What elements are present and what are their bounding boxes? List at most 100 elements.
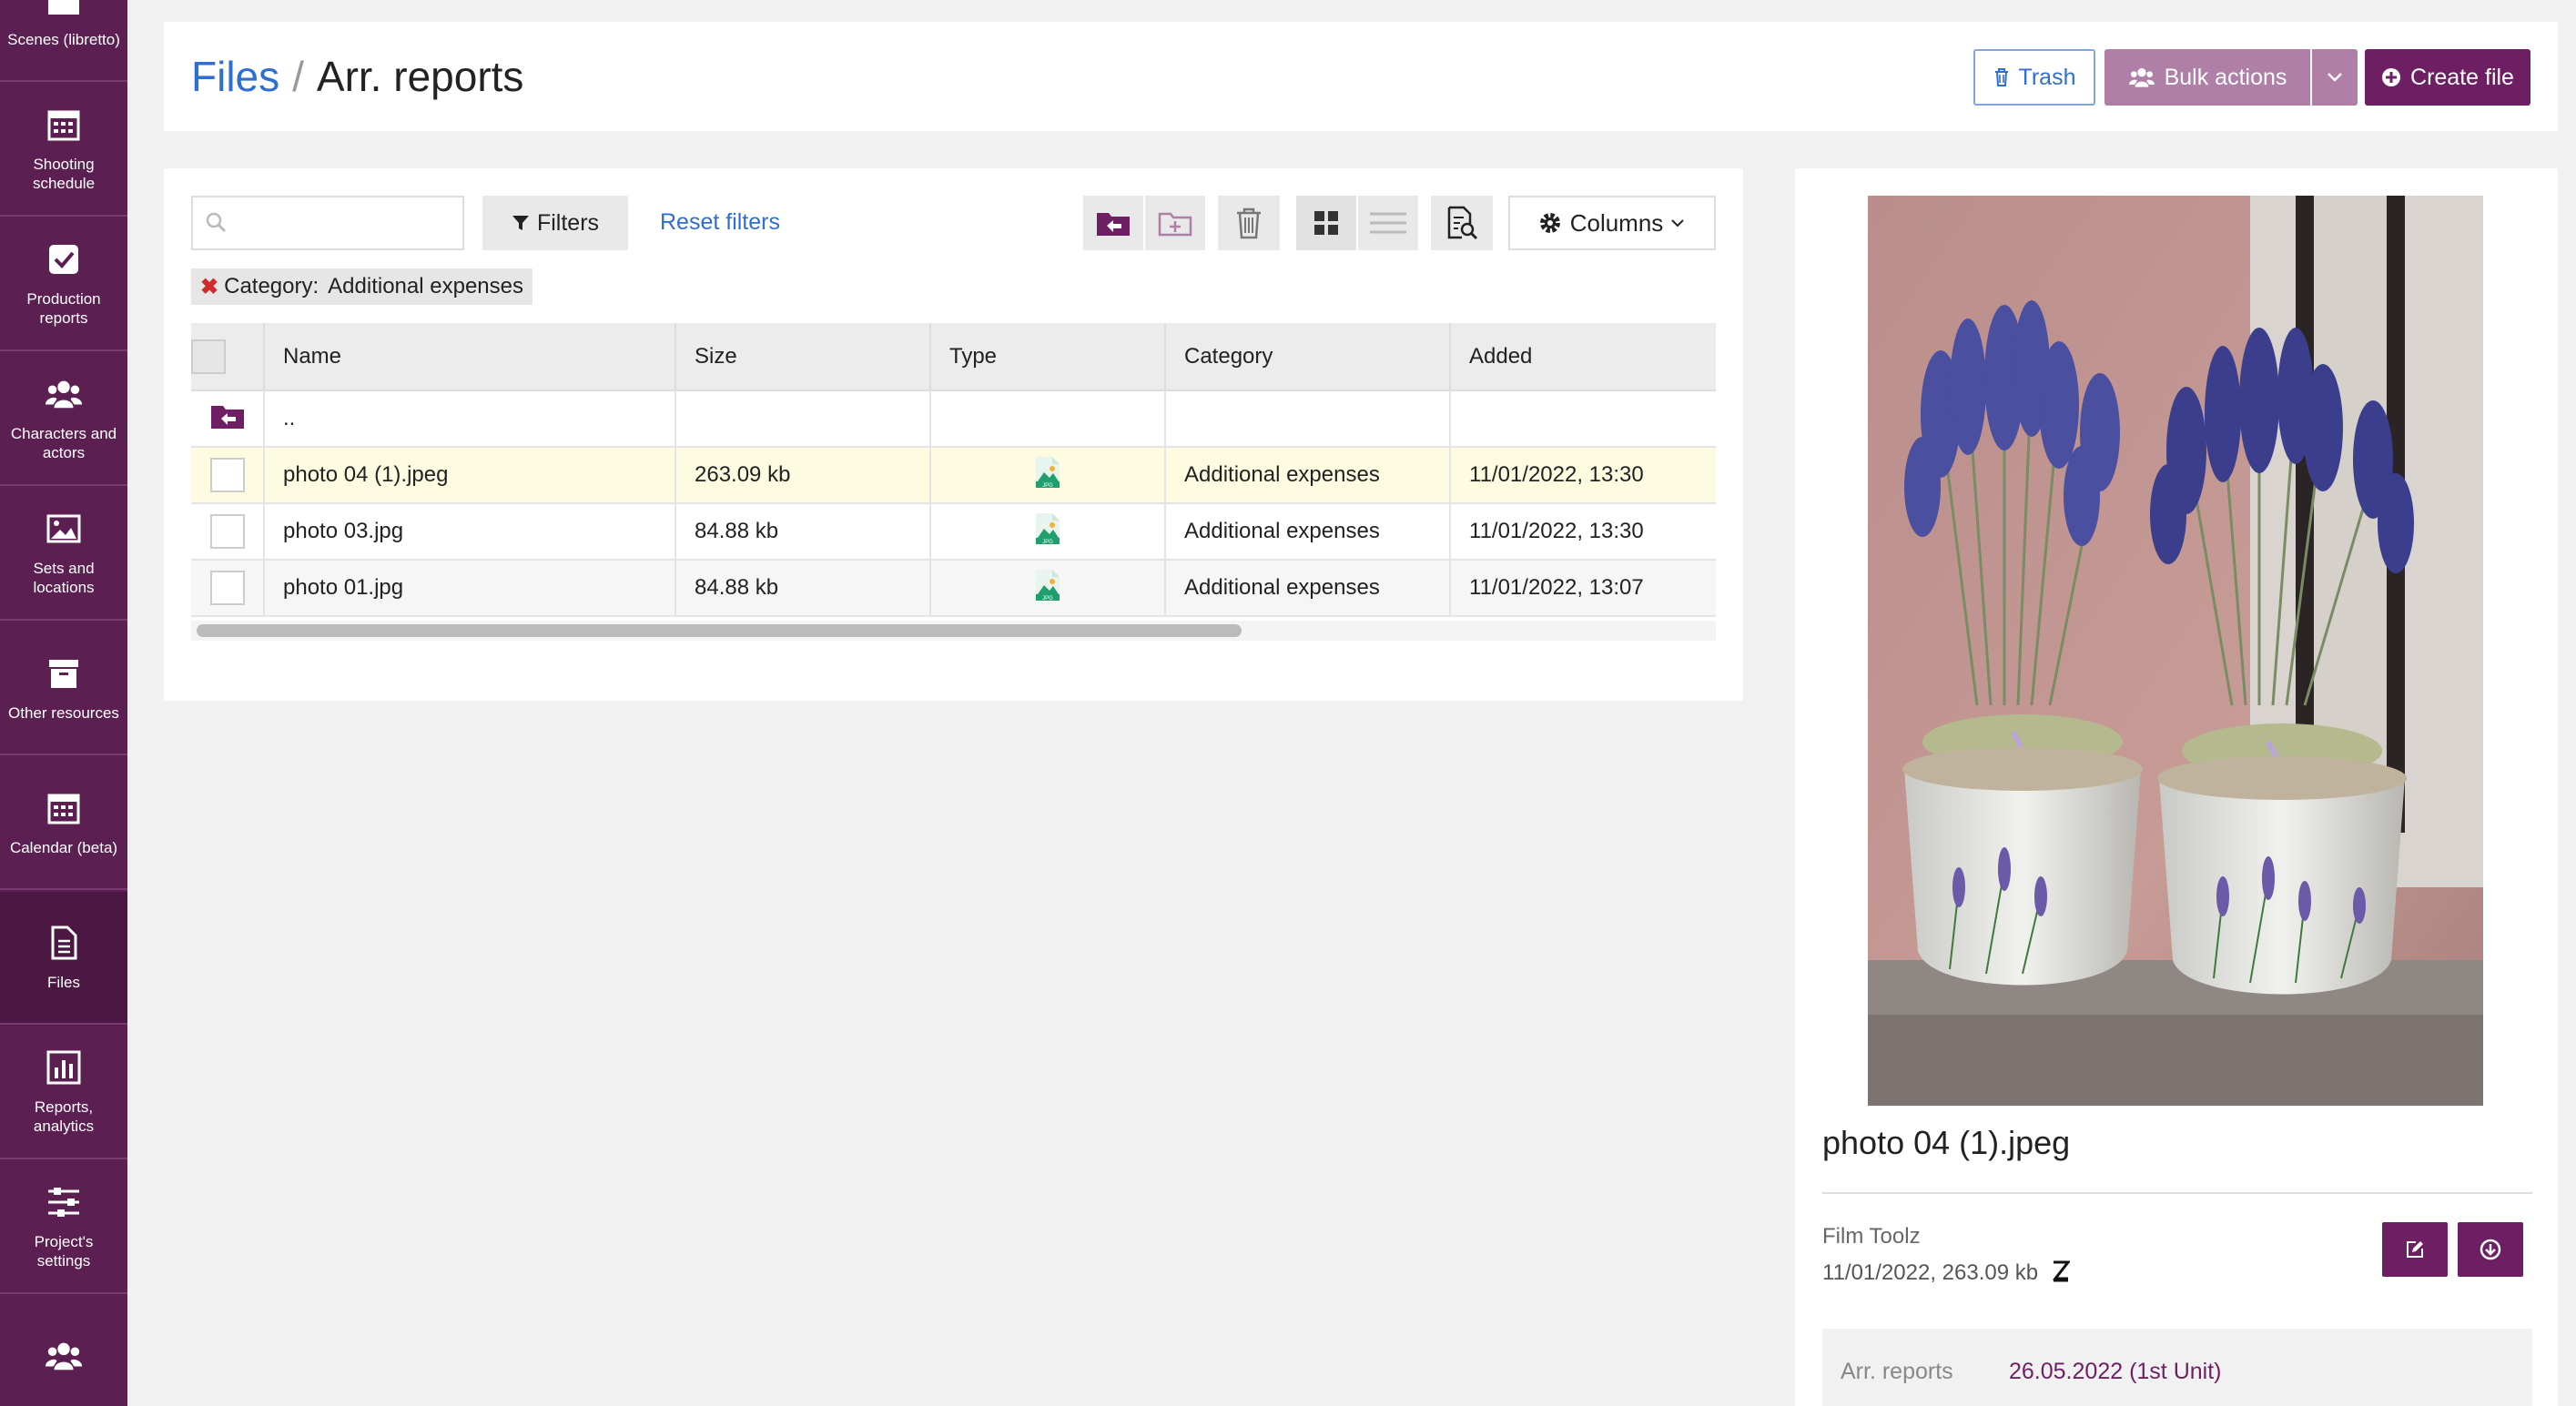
grid-view-button[interactable] (1296, 196, 1356, 250)
sidebar-item-label: Calendar (beta) (9, 838, 118, 856)
column-header-category[interactable]: Category (1165, 323, 1451, 391)
sidebar-item-team[interactable] (0, 1296, 127, 1406)
filters-label: Filters (536, 209, 600, 236)
sidebar-item-label: Scenes (libretto) (7, 30, 120, 48)
folder-back-icon (210, 405, 244, 429)
create-file-button[interactable]: Create file (2365, 49, 2530, 106)
filter-chip-key: Category: (224, 274, 319, 298)
trash-icon (1237, 207, 1261, 239)
filters-button[interactable]: Filters (482, 196, 628, 250)
sidebar-item-label: Sets and locations (33, 560, 95, 596)
file-icon (45, 924, 83, 962)
sidebar-item-other-resources[interactable]: Other resources (0, 622, 127, 755)
select-all-checkbox[interactable] (191, 339, 226, 374)
download-icon (2480, 1239, 2501, 1260)
column-header-name[interactable]: Name (264, 323, 676, 391)
bulk-actions-label: Bulk actions (2164, 64, 2287, 90)
column-header-type[interactable]: Type (930, 323, 1166, 391)
preview-meta: 11/01/2022, 263.09 kb (1822, 1260, 2071, 1286)
breadcrumb-files-link[interactable]: Files (191, 53, 279, 100)
chevron-down-icon (1671, 219, 1685, 228)
delete-button[interactable] (1218, 196, 1280, 250)
file-name[interactable]: photo 04 (1).jpeg (264, 447, 676, 504)
scrollbar-thumb[interactable] (197, 624, 1242, 637)
preview-file-name: photo 04 (1).jpeg (1822, 1124, 2071, 1161)
select-all-cell (191, 323, 265, 391)
users-icon (2128, 68, 2155, 87)
horizontal-scrollbar[interactable] (191, 621, 1716, 641)
checkbox-icon (45, 240, 83, 278)
sidebar-item-label: Files (47, 973, 80, 991)
sidebar-item-shooting-schedule[interactable]: Shooting schedule (0, 84, 127, 217)
svg-text:JPG: JPG (1042, 596, 1053, 602)
reset-filters-link[interactable]: Reset filters (660, 209, 780, 236)
table-row[interactable]: photo 03.jpg 84.88 kb JPG Additional exp… (191, 503, 1716, 561)
sidebar-item-scenes[interactable]: Scenes (libretto) (0, 0, 127, 82)
sidebar-item-sets-and-locations[interactable]: Sets and locations (0, 488, 127, 621)
sidebar-item-label: Reports, analytics (33, 1098, 95, 1135)
zoom-logo-icon (2052, 1260, 2071, 1282)
bulk-actions-dropdown-toggle[interactable] (2312, 49, 2358, 106)
trash-button[interactable]: Trash (1973, 49, 2095, 106)
remove-filter-icon[interactable]: ✖ (200, 274, 218, 300)
sidebar-item-reports-analytics[interactable]: Reports, analytics (0, 1027, 127, 1159)
grid-icon (1314, 211, 1338, 235)
preview-folder-label: Arr. reports (1841, 1359, 1953, 1384)
preview-toggle-button[interactable] (1431, 196, 1493, 250)
create-file-label: Create file (2410, 64, 2514, 90)
bar-chart-icon (45, 1048, 83, 1087)
table-header-row: Name Size Type Category Added (191, 323, 1716, 391)
file-size: 84.88 kb (675, 560, 931, 617)
parent-folder-icon-cell (191, 390, 265, 448)
filter-chip-category: ✖ Category: Additional expenses (191, 268, 532, 305)
sidebar-item-characters-and-actors[interactable]: Characters and actors (0, 353, 127, 486)
preview-folder-section: Arr. reports 26.05.2022 (1st Unit) (1822, 1329, 2532, 1406)
users-icon (45, 1337, 83, 1375)
file-category: Additional expenses (1165, 447, 1451, 504)
filter-icon (512, 216, 529, 230)
columns-label: Columns (1569, 208, 1664, 237)
page-title: Arr. reports (316, 53, 524, 100)
search-box (191, 196, 464, 250)
sidebar-item-label: Production reports (26, 290, 101, 327)
file-preview-panel: photo 04 (1).jpeg Film Toolz 11/01/2022,… (1795, 168, 2558, 1406)
search-input[interactable] (238, 205, 457, 241)
file-added: 11/01/2022, 13:30 (1450, 447, 1716, 504)
plus-circle-icon (2382, 68, 2401, 86)
columns-button[interactable]: Columns (1508, 196, 1716, 250)
parent-folder-button[interactable] (1083, 196, 1143, 250)
trash-icon (1994, 68, 2008, 86)
list-icon (1370, 212, 1406, 234)
parent-folder-label[interactable]: .. (264, 390, 676, 448)
edit-file-button[interactable] (2382, 1222, 2448, 1277)
column-header-added[interactable]: Added (1450, 323, 1716, 391)
gear-icon (1539, 213, 1560, 233)
table-row[interactable]: photo 01.jpg 84.88 kb JPG Additional exp… (191, 560, 1716, 617)
file-name[interactable]: photo 03.jpg (264, 503, 676, 561)
column-header-size[interactable]: Size (675, 323, 931, 391)
sidebar-item-production-reports[interactable]: Production reports (0, 218, 127, 351)
parent-folder-row[interactable]: .. (191, 390, 1716, 448)
file-name[interactable]: photo 01.jpg (264, 560, 676, 617)
preview-folder-link[interactable]: 26.05.2022 (1st Unit) (2009, 1359, 2221, 1385)
search-icon (206, 212, 228, 238)
list-view-button[interactable] (1358, 196, 1418, 250)
sidebar-item-calendar[interactable]: Calendar (beta) (0, 757, 127, 890)
row-checkbox[interactable] (209, 458, 245, 492)
jpg-file-icon: JPG (1036, 456, 1060, 489)
table-row[interactable]: photo 04 (1).jpeg 263.09 kb JPG Addition… (191, 447, 1716, 504)
sidebar-item-label: Characters and actors (10, 425, 117, 461)
new-folder-button[interactable] (1145, 196, 1205, 250)
sidebar-item-project-settings[interactable]: Project's settings (0, 1161, 127, 1294)
row-checkbox[interactable] (209, 571, 245, 605)
download-file-button[interactable] (2458, 1222, 2523, 1277)
sidebar-item-files[interactable]: Files (0, 892, 127, 1025)
photo-preview[interactable] (1868, 196, 2483, 1106)
clapperboard-icon (45, 0, 83, 19)
sliders-icon (45, 1183, 83, 1221)
document-search-icon (1447, 206, 1478, 240)
row-checkbox[interactable] (209, 514, 245, 549)
file-category: Additional expenses (1165, 503, 1451, 561)
file-size: 84.88 kb (675, 503, 931, 561)
bulk-actions-button[interactable]: Bulk actions (2104, 49, 2310, 106)
